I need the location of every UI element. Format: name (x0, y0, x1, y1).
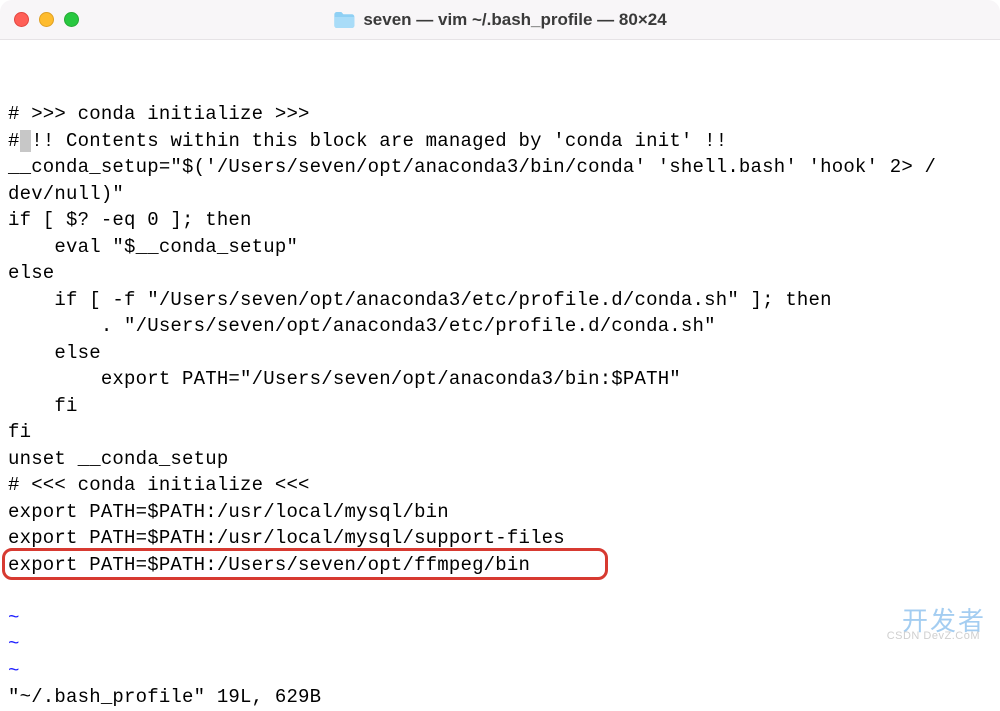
editor-line: __conda_setup="$('/Users/seven/opt/anaco… (8, 154, 992, 181)
editor-line: if [ -f "/Users/seven/opt/anaconda3/etc/… (8, 287, 992, 314)
editor-line: . "/Users/seven/opt/anaconda3/etc/profil… (8, 313, 992, 340)
editor-line: dev/null)" (8, 181, 992, 208)
editor-line: else (8, 340, 992, 367)
folder-icon (333, 11, 355, 29)
terminal-content[interactable]: # >>> conda initialize >>># !! Contents … (0, 40, 1000, 711)
maximize-button[interactable] (64, 12, 79, 27)
editor-line: export PATH=$PATH:/usr/local/mysql/bin (8, 499, 992, 526)
editor-line: # <<< conda initialize <<< (8, 472, 992, 499)
traffic-lights (14, 12, 79, 27)
minimize-button[interactable] (39, 12, 54, 27)
editor-line: export PATH=$PATH:/usr/local/mysql/suppo… (8, 525, 992, 552)
editor-line: # >>> conda initialize >>> (8, 101, 992, 128)
vim-empty-line-tilde: ~ (8, 658, 992, 685)
editor-line: # !! Contents within this block are mana… (8, 128, 992, 155)
editor-blank-line (8, 578, 992, 605)
editor-line (8, 75, 992, 102)
editor-line: fi (8, 393, 992, 420)
window-title: seven — vim ~/.bash_profile — 80×24 (363, 10, 666, 30)
editor-line: eval "$__conda_setup" (8, 234, 992, 261)
vim-status-line: "~/.bash_profile" 19L, 629B (8, 684, 992, 711)
editor-line: unset __conda_setup (8, 446, 992, 473)
editor-line: else (8, 260, 992, 287)
vim-empty-line-tilde: ~ (8, 631, 992, 658)
window-titlebar: seven — vim ~/.bash_profile — 80×24 (0, 0, 1000, 40)
vim-empty-line-tilde: ~ (8, 605, 992, 632)
watermark-sub: CSDN DevZ.CoM (887, 630, 980, 642)
editor-line: export PATH=$PATH:/Users/seven/opt/ffmpe… (8, 552, 992, 579)
editor-line: if [ $? -eq 0 ]; then (8, 207, 992, 234)
window-title-container: seven — vim ~/.bash_profile — 80×24 (333, 10, 666, 30)
close-button[interactable] (14, 12, 29, 27)
cursor (20, 130, 32, 152)
editor-line: export PATH="/Users/seven/opt/anaconda3/… (8, 366, 992, 393)
editor-line: fi (8, 419, 992, 446)
